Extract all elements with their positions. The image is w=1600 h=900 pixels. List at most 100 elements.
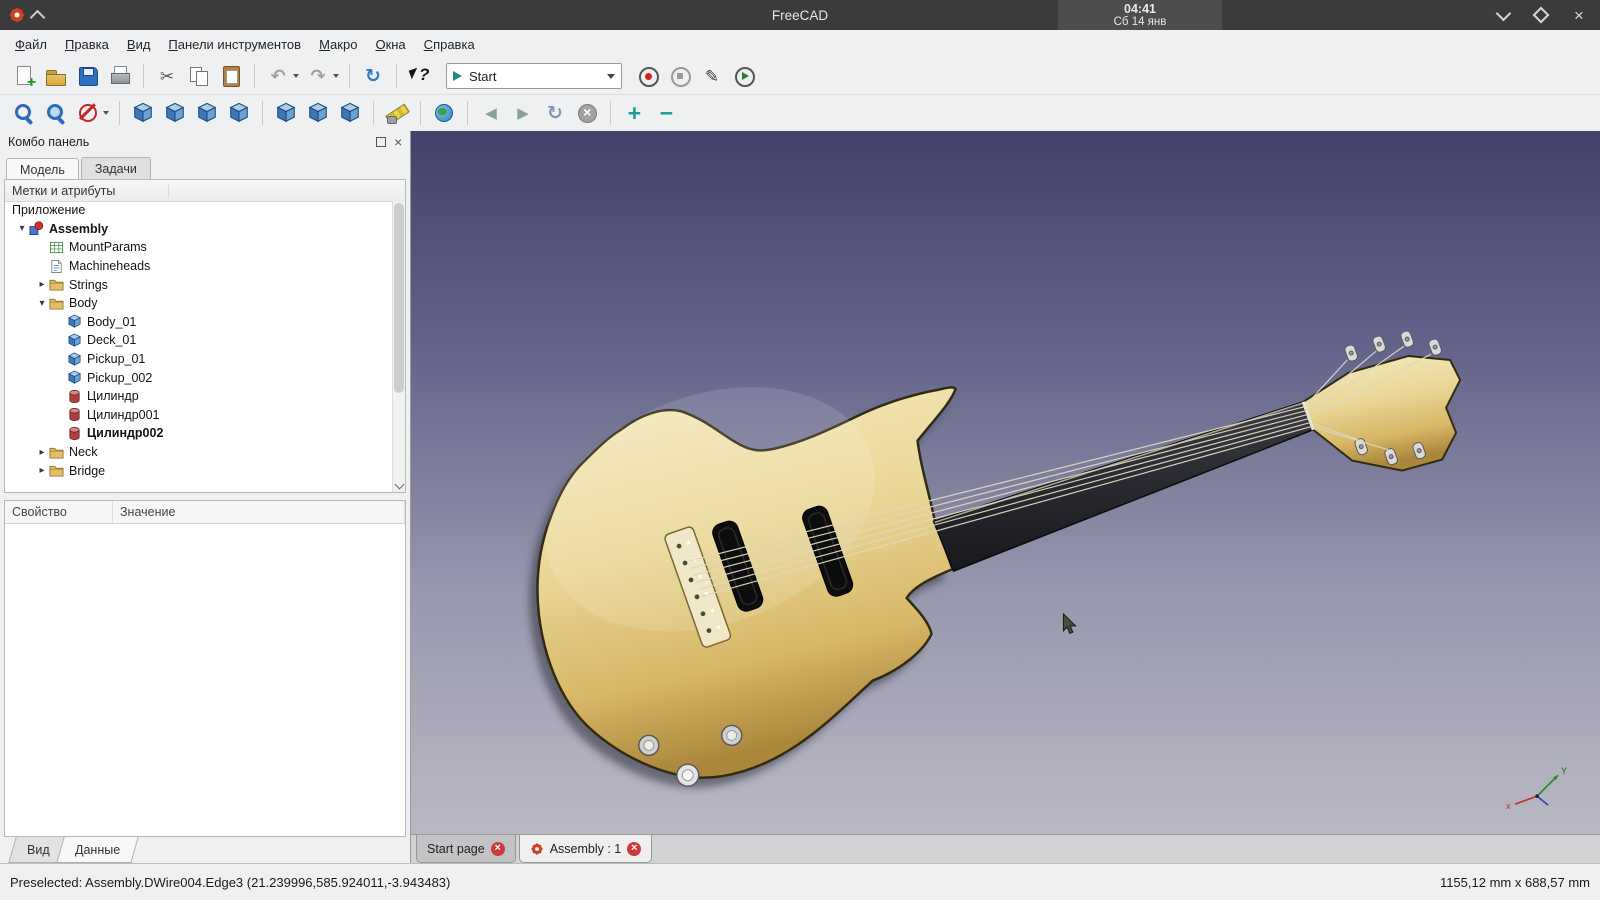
tree-item-strings[interactable]: Strings [5, 275, 393, 294]
refresh-icon [365, 67, 381, 86]
printer-icon [108, 64, 132, 88]
scroll-down-button[interactable] [393, 479, 405, 491]
tab-start-page[interactable]: Start page [416, 835, 516, 863]
cursor-arrow [1062, 612, 1077, 635]
tab-assembly-document[interactable]: Assembly : 1 [518, 835, 653, 863]
tree-item-mountparams[interactable]: MountParams [5, 238, 393, 257]
left-view-button[interactable] [336, 99, 364, 127]
open-document-button[interactable] [42, 62, 70, 90]
tree-item-machineheads[interactable]: Machineheads [5, 257, 393, 276]
tree-item-application[interactable]: Приложение [5, 201, 393, 220]
property-grid-body[interactable] [5, 524, 405, 836]
zoom-in-button[interactable] [620, 99, 648, 127]
draw-style-button[interactable] [74, 99, 102, 127]
tab-model[interactable]: Модель [6, 158, 79, 180]
menu-help[interactable]: Справка [415, 33, 484, 56]
tree-scrollbar[interactable] [392, 201, 405, 492]
menubar: Файл Правка Вид Панели инструментов Макр… [0, 30, 1600, 58]
workbench-selector[interactable]: Start [446, 63, 622, 89]
tree-item-cylinder001[interactable]: Цилиндр001 [5, 406, 393, 425]
minimize-button[interactable] [1492, 4, 1514, 26]
menu-macro[interactable]: Макро [310, 33, 366, 56]
minus-icon [659, 102, 672, 125]
tree-item-cylinder002[interactable]: Цилиндр002 [5, 424, 393, 443]
chevron-collapsed-icon[interactable] [35, 279, 49, 290]
macro-play-button[interactable] [730, 62, 758, 90]
front-view-button[interactable] [161, 99, 189, 127]
undo-dropdown-caret[interactable] [293, 74, 299, 78]
nav-forward-button[interactable] [509, 99, 537, 127]
close-view-button[interactable] [573, 99, 601, 127]
measure-button[interactable] [383, 99, 411, 127]
tree-item-assembly[interactable]: Assembly [5, 220, 393, 239]
chevron-expanded-icon[interactable] [15, 223, 29, 234]
chevron-collapsed-icon[interactable] [35, 465, 49, 476]
menu-windows[interactable]: Окна [366, 33, 414, 56]
menu-view[interactable]: Вид [118, 33, 160, 56]
menu-file[interactable]: Файл [6, 33, 56, 56]
draw-style-dropdown-caret[interactable] [103, 111, 109, 115]
axonometric-view-button[interactable] [129, 99, 157, 127]
save-button[interactable] [74, 62, 102, 90]
fit-all-button[interactable] [10, 99, 38, 127]
clipboard-paste-icon [219, 64, 243, 88]
tree-item-label: Neck [69, 445, 98, 460]
close-tab-icon[interactable] [490, 841, 505, 856]
scrollbar-thumb[interactable] [394, 203, 404, 393]
cube-left-icon [341, 102, 359, 122]
chevron-expanded-icon[interactable] [35, 298, 49, 309]
nav-back-button[interactable] [477, 99, 505, 127]
redo-button[interactable] [304, 62, 332, 90]
macro-stop-button[interactable] [666, 62, 694, 90]
close-panel-icon[interactable]: × [394, 135, 402, 149]
3d-viewport[interactable]: Y x [411, 131, 1600, 834]
menu-edit[interactable]: Правка [56, 33, 118, 56]
web-home-button[interactable] [430, 99, 458, 127]
menu-toolbars[interactable]: Панели инструментов [159, 33, 310, 56]
bottom-view-button[interactable] [304, 99, 332, 127]
tree-item-bridge[interactable]: Bridge [5, 461, 393, 480]
tree-item-pickup01[interactable]: Pickup_01 [5, 350, 393, 369]
guitar-3d-model[interactable]: Y x [411, 131, 1600, 834]
tab-data-properties[interactable]: Данные [55, 837, 139, 863]
refresh-button[interactable] [359, 62, 387, 90]
chevron-collapsed-icon[interactable] [35, 447, 49, 458]
maximize-button[interactable] [1530, 4, 1552, 26]
tree-item-body-group[interactable]: Body [5, 294, 393, 313]
rear-view-button[interactable] [272, 99, 300, 127]
arrow-left-icon [485, 106, 497, 121]
tree-item-body01[interactable]: Body_01 [5, 313, 393, 332]
cube-bottom-icon [309, 102, 327, 122]
print-button[interactable] [106, 62, 134, 90]
cut-button[interactable] [153, 62, 181, 90]
property-column-header[interactable]: Свойство [5, 501, 113, 523]
cube-right-icon [230, 102, 248, 122]
top-view-button[interactable] [193, 99, 221, 127]
view-dimensions: 1155,12 mm x 688,57 mm [1439, 874, 1590, 890]
macro-record-button[interactable] [634, 62, 662, 90]
tree-item-pickup002[interactable]: Pickup_002 [5, 368, 393, 387]
open-folder-icon [44, 64, 68, 88]
undo-button[interactable] [264, 62, 292, 90]
new-document-button[interactable] [10, 62, 38, 92]
float-panel-icon[interactable] [375, 137, 386, 147]
tree-item-cylinder[interactable]: Цилиндр [5, 387, 393, 406]
sync-view-button[interactable] [541, 99, 569, 127]
whats-this-button[interactable] [406, 62, 434, 90]
zoom-out-button[interactable] [652, 99, 680, 127]
right-view-button[interactable] [225, 99, 253, 127]
plus-icon [627, 102, 640, 125]
property-editor: Свойство Значение [4, 500, 406, 837]
box-zoom-button[interactable] [42, 99, 70, 127]
panel-splitter[interactable] [0, 493, 410, 500]
redo-dropdown-caret[interactable] [333, 74, 339, 78]
close-window-button[interactable]: × [1568, 4, 1590, 26]
value-column-header[interactable]: Значение [113, 501, 405, 523]
copy-button[interactable] [185, 62, 213, 90]
tree-item-label: Machineheads [69, 259, 151, 274]
macro-edit-button[interactable] [698, 62, 726, 90]
tree-item-neck[interactable]: Neck [5, 443, 393, 462]
tab-tasks[interactable]: Задачи [80, 157, 151, 179]
paste-button[interactable] [217, 62, 245, 90]
tree-item-deck01[interactable]: Deck_01 [5, 331, 393, 350]
